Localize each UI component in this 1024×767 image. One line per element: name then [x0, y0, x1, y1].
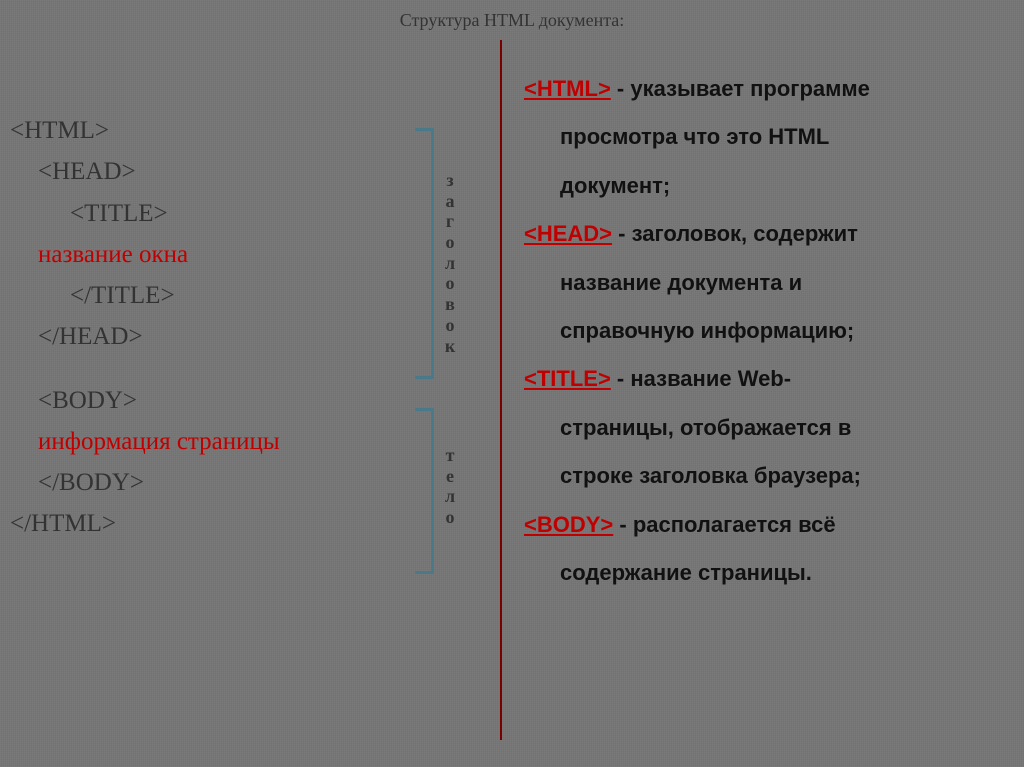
descriptions: <HTML> - указывает программе просмотра ч… [524, 65, 1009, 597]
code-line: </TITLE> [10, 275, 420, 316]
page-title: Структура HTML документа: [0, 0, 1024, 31]
bracket-header [415, 128, 434, 379]
desc-title: <TITLE> - название Web- страницы, отобра… [524, 355, 1009, 500]
desc-text: название документа и [524, 259, 1009, 307]
desc-text: строке заголовка браузера; [524, 452, 1009, 500]
label-body: тело [440, 445, 460, 528]
desc-head: <HEAD> - заголовок, содержит название до… [524, 210, 1009, 355]
desc-text: - располагается всё [613, 512, 835, 537]
desc-text: - заголовок, содержит [612, 221, 858, 246]
code-line: </BODY> [10, 462, 420, 503]
tag-title: <TITLE> [524, 366, 611, 391]
tag-body: <BODY> [524, 512, 613, 537]
code-line: <HEAD> [10, 151, 420, 192]
code-line: <HTML> [10, 110, 420, 151]
code-line: <TITLE> [10, 193, 420, 234]
desc-text: справочную информацию; [524, 307, 1009, 355]
desc-html: <HTML> - указывает программе просмотра ч… [524, 65, 1009, 210]
desc-text: просмотра что это HTML [524, 113, 1009, 161]
vertical-divider [500, 40, 502, 740]
code-line: </HTML> [10, 503, 420, 544]
desc-text: - указывает программе [611, 76, 870, 101]
tag-html: <HTML> [524, 76, 611, 101]
code-line: информация страницы [10, 421, 420, 462]
desc-text: - название Web- [611, 366, 791, 391]
code-line: <BODY> [10, 380, 420, 421]
code-line: </HEAD> [10, 316, 420, 357]
desc-text: документ; [524, 162, 1009, 210]
desc-text: содержание страницы. [524, 549, 1009, 597]
label-header: заголовок [440, 170, 460, 356]
tag-head: <HEAD> [524, 221, 612, 246]
bracket-body [415, 408, 434, 574]
desc-text: страницы, отображается в [524, 404, 1009, 452]
desc-body: <BODY> - располагается всё содержание ст… [524, 501, 1009, 598]
code-line: название окна [10, 234, 420, 275]
code-sample: <HTML> <HEAD> <TITLE> название окна </TI… [10, 110, 420, 545]
